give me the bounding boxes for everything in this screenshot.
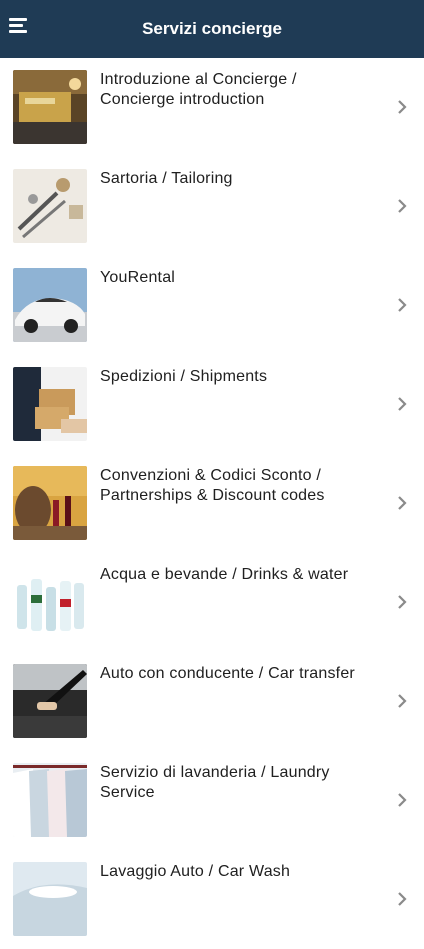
list-item[interactable]: Spedizioni / Shipments bbox=[0, 355, 424, 454]
chevron-right-icon bbox=[398, 298, 407, 312]
water-bottles-thumbnail bbox=[13, 565, 87, 639]
list-item[interactable]: Auto con conducente / Car transfer bbox=[0, 652, 424, 751]
list-item-label: Servizio di lavanderia / Laundry Service bbox=[100, 764, 330, 801]
list-item-label: Lavaggio Auto / Car Wash bbox=[100, 863, 291, 880]
chevron-right-icon bbox=[398, 595, 407, 609]
chevron-right-icon bbox=[398, 694, 407, 708]
chevron-right-icon bbox=[398, 199, 407, 213]
shirts-rack-thumbnail bbox=[13, 763, 87, 837]
chevron-right-icon bbox=[398, 793, 407, 807]
list-item-label: Sartoria / Tailoring bbox=[100, 170, 233, 187]
list-item-label: Spedizioni / Shipments bbox=[100, 368, 268, 385]
list-item-label: Introduzione al Concierge / Concierge in… bbox=[100, 71, 297, 108]
list-item[interactable]: Introduzione al Concierge / Concierge in… bbox=[0, 58, 424, 157]
list-item-label: Convenzioni & Codici Sconto / Partnershi… bbox=[100, 467, 325, 504]
chevron-right-icon bbox=[398, 496, 407, 510]
page-title: Servizi concierge bbox=[142, 19, 282, 38]
list-item-label: YouRental bbox=[100, 269, 176, 286]
list-item[interactable]: Servizio di lavanderia / Laundry Service bbox=[0, 751, 424, 850]
list-item-label: Auto con conducente / Car transfer bbox=[100, 665, 355, 682]
list-item-label: Acqua e bevande / Drinks & water bbox=[100, 566, 349, 583]
sports-car-thumbnail bbox=[13, 268, 87, 342]
tailoring-tools-thumbnail bbox=[13, 169, 87, 243]
parcel-delivery-thumbnail bbox=[13, 367, 87, 441]
list-item[interactable]: Sartoria / Tailoring bbox=[0, 157, 424, 256]
chevron-right-icon bbox=[398, 892, 407, 906]
app-header: Servizi concierge bbox=[0, 0, 424, 58]
list-item[interactable]: YouRental bbox=[0, 256, 424, 355]
wine-barrel-thumbnail bbox=[13, 466, 87, 540]
concierge-desk-thumbnail bbox=[13, 70, 87, 144]
list-item[interactable]: Convenzioni & Codici Sconto / Partnershi… bbox=[0, 454, 424, 553]
chevron-right-icon bbox=[398, 397, 407, 411]
car-door-thumbnail bbox=[13, 664, 87, 738]
car-wash-thumbnail bbox=[13, 862, 87, 936]
chevron-right-icon bbox=[398, 100, 407, 114]
list-item[interactable]: Acqua e bevande / Drinks & water bbox=[0, 553, 424, 652]
